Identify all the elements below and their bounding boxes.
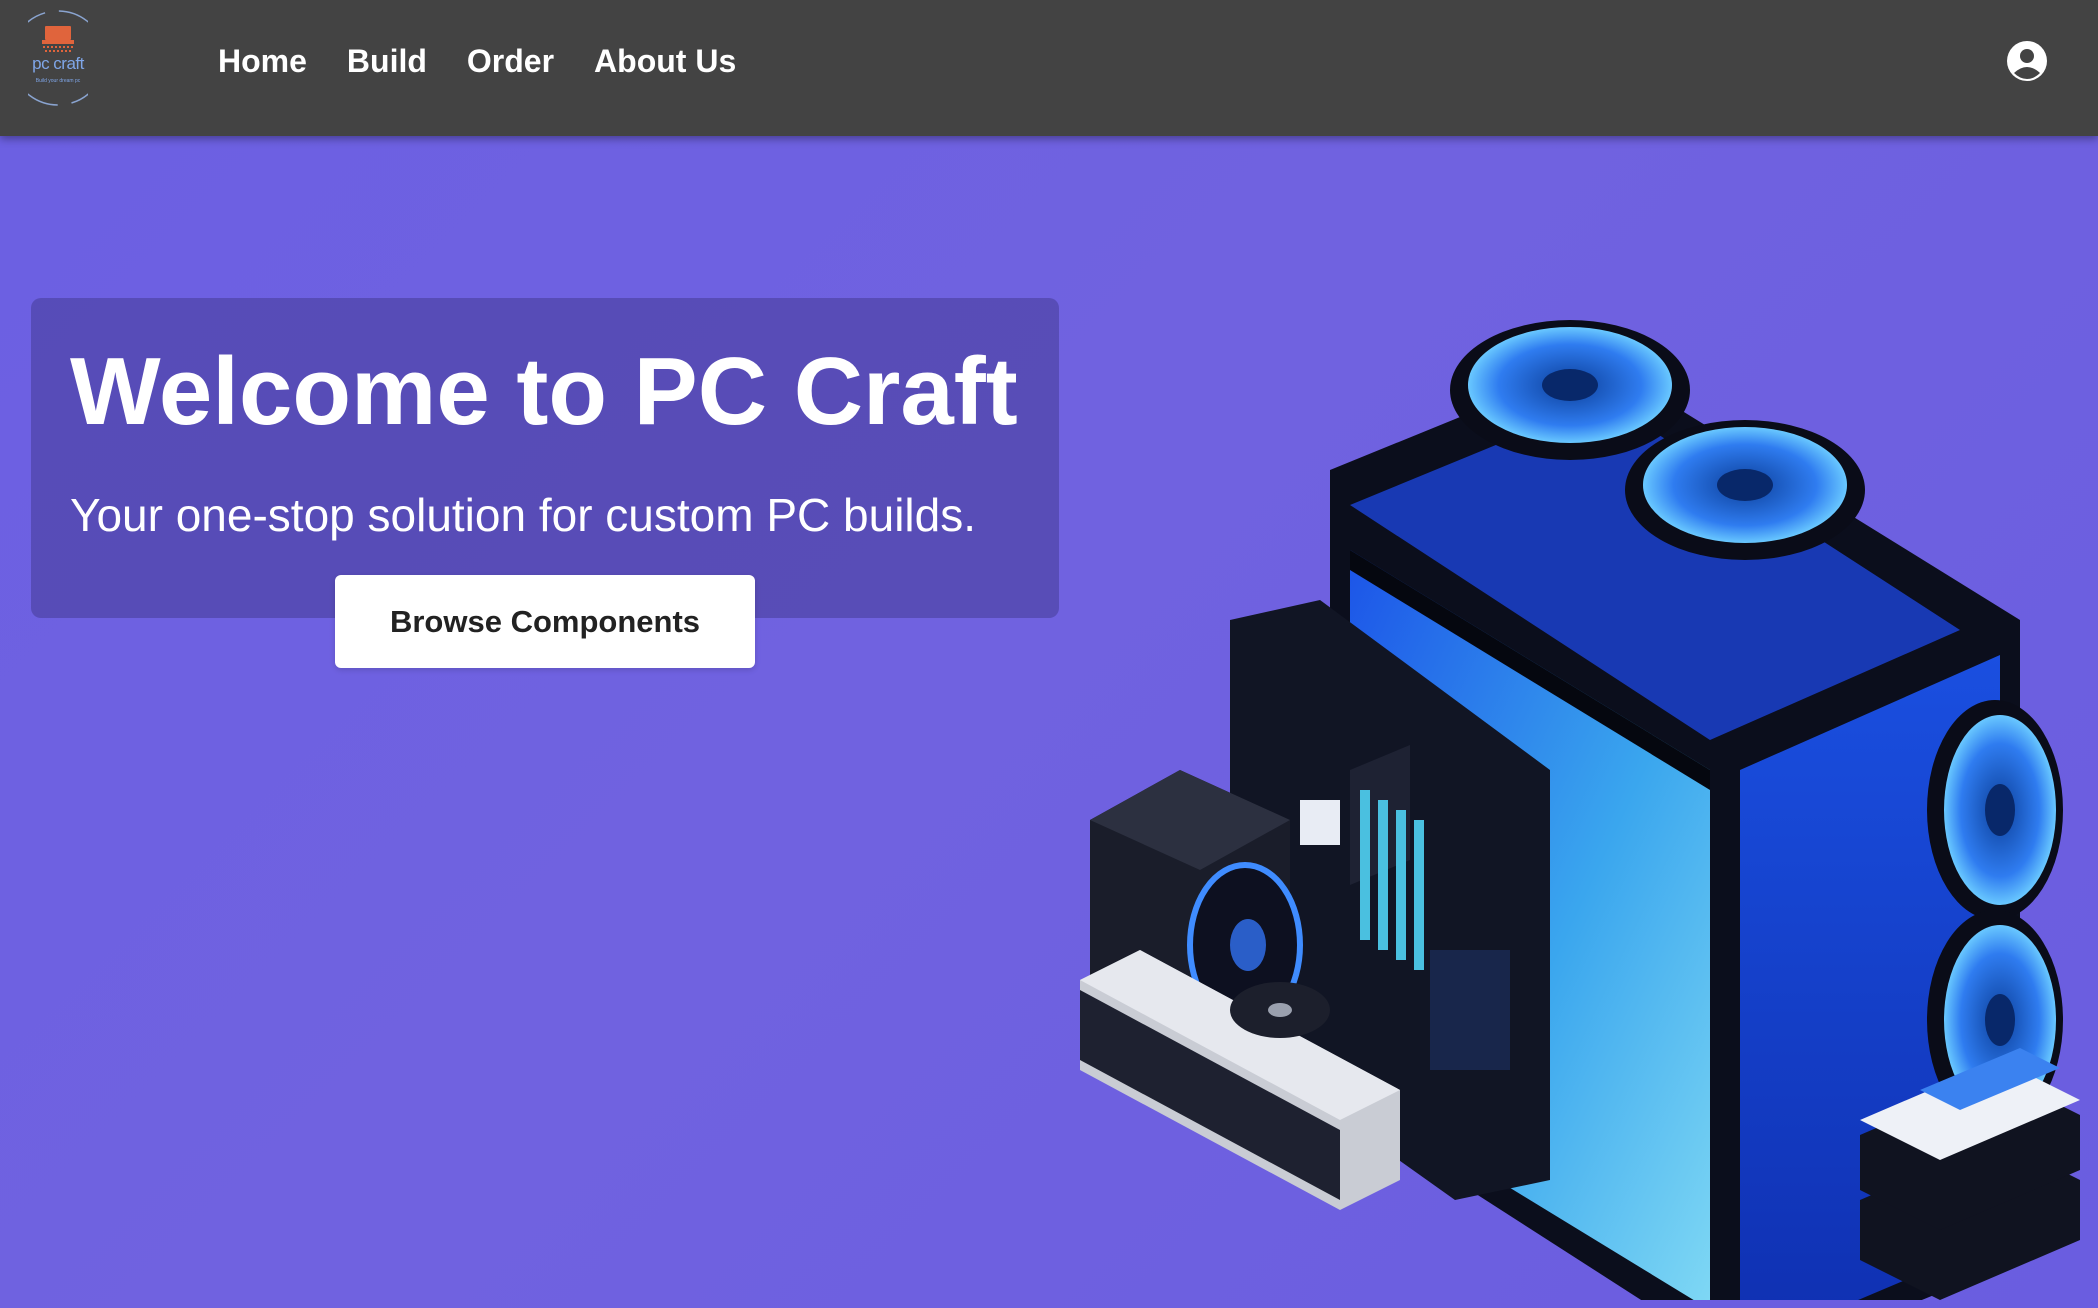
hero-title: Welcome to PC Craft <box>70 338 1018 445</box>
logo-tagline: Build your dream pc <box>35 78 81 84</box>
case-fan-icon <box>1450 320 1690 460</box>
browse-components-button[interactable]: Browse Components <box>335 575 755 668</box>
logo-text: pc craft <box>32 54 84 73</box>
case-fan-icon <box>1625 420 1865 560</box>
nav-build[interactable]: Build <box>347 39 427 83</box>
case-fan-icon <box>1927 700 2063 920</box>
user-account-button[interactable] <box>2005 39 2049 83</box>
pc-components-illustration <box>1080 320 2080 1300</box>
nav-about-us[interactable]: About Us <box>594 39 736 83</box>
nav-home[interactable]: Home <box>218 39 307 83</box>
brand-logo[interactable]: pc craft Build your dream pc <box>10 8 106 108</box>
nav-order[interactable]: Order <box>467 39 554 83</box>
user-circle-icon <box>2007 41 2047 81</box>
main-nav: Home Build Order About Us <box>218 39 776 83</box>
hero-subtitle: Your one-stop solution for custom PC bui… <box>70 489 977 541</box>
top-navbar: pc craft Build your dream pc Home Build … <box>0 0 2098 136</box>
